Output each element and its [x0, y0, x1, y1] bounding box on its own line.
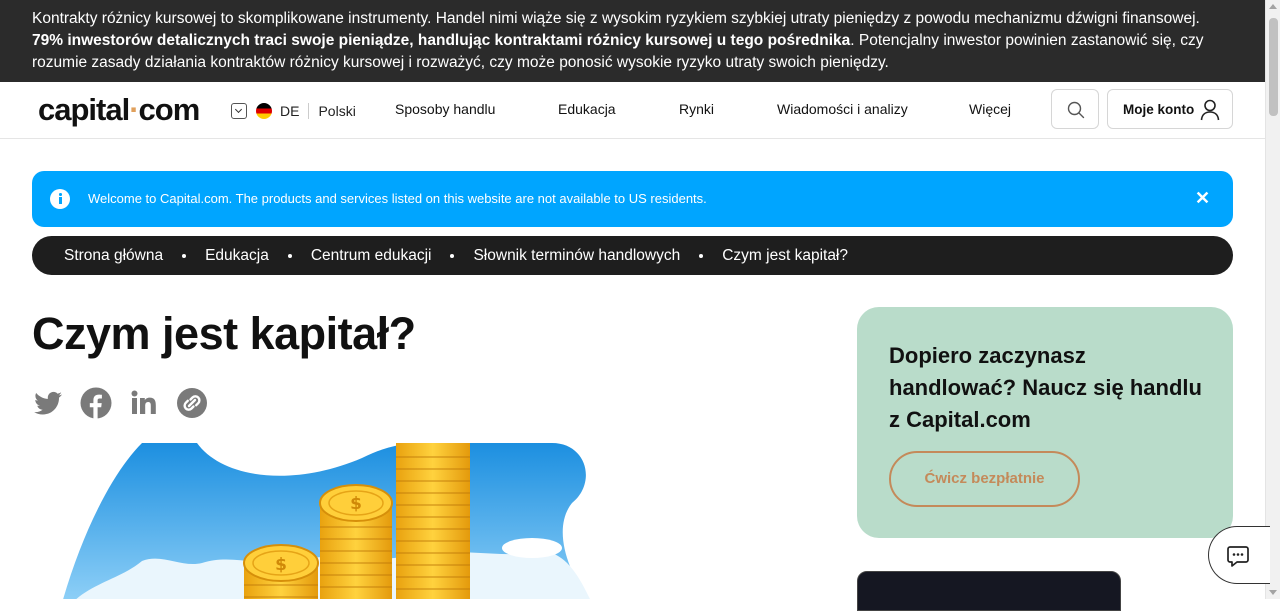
- video-card[interactable]: [857, 571, 1121, 611]
- linkedin-share-button[interactable]: [128, 387, 160, 419]
- linkedin-icon: [131, 390, 156, 414]
- breadcrumb-education[interactable]: Edukacja: [205, 247, 269, 265]
- nav-education[interactable]: Edukacja: [558, 101, 616, 117]
- breadcrumb-current: Czym jest kapitał?: [722, 246, 848, 264]
- risk-text-1: Kontrakty różnicy kursowej to skomplikow…: [32, 10, 1200, 27]
- breadcrumb-separator: [287, 253, 292, 258]
- region-code[interactable]: DE: [280, 103, 299, 119]
- breadcrumb-separator: [182, 253, 187, 258]
- breadcrumb-home[interactable]: Strona główna: [64, 247, 163, 265]
- notice-message: Welcome to Capital.com. The products and…: [88, 191, 707, 206]
- risk-warning-banner: Kontrakty różnicy kursowej to skomplikow…: [0, 0, 1265, 82]
- language-name[interactable]: Polski: [318, 103, 355, 119]
- nav-trading-ways[interactable]: Sposoby handlu: [395, 101, 495, 117]
- copy-link-button[interactable]: [176, 387, 208, 419]
- search-icon: [1067, 101, 1085, 119]
- my-account-button[interactable]: Moje konto: [1107, 89, 1233, 129]
- promo-title: Dopiero zaczynasz handlować? Naucz się h…: [889, 343, 1202, 432]
- svg-text:$: $: [350, 494, 362, 514]
- logo-text-right: com: [138, 92, 201, 127]
- site-header: capital·com DE Polski Sposoby handlu Edu…: [0, 82, 1265, 139]
- page-title: Czym jest kapitał?: [32, 308, 416, 359]
- scroll-down-arrow[interactable]: [1269, 590, 1277, 595]
- user-icon: [1200, 99, 1220, 121]
- lang-divider: [308, 103, 310, 119]
- search-button[interactable]: [1051, 89, 1099, 129]
- practice-free-button[interactable]: Ćwicz bezpłatnie: [889, 451, 1080, 507]
- scroll-up-arrow[interactable]: [1269, 4, 1277, 9]
- chat-widget-button[interactable]: [1208, 526, 1270, 584]
- germany-flag-icon: [256, 103, 272, 119]
- svg-text:$: $: [275, 555, 287, 575]
- nav-news-analysis[interactable]: Wiadomości i analizy: [777, 101, 908, 117]
- close-icon[interactable]: ✕: [1195, 188, 1210, 208]
- breadcrumb-separator: [699, 253, 704, 258]
- twitter-share-button[interactable]: [32, 387, 64, 419]
- twitter-icon: [34, 391, 62, 415]
- breadcrumb: Strona główna Edukacja Centrum edukacji …: [32, 236, 1233, 275]
- promo-card: Dopiero zaczynasz handlować? Naucz się h…: [857, 307, 1233, 538]
- logo-text-left: capital: [38, 92, 130, 127]
- breadcrumb-separator: [450, 253, 455, 258]
- capital-logo[interactable]: capital·com: [38, 92, 201, 128]
- risk-text-bold: 79% inwestorów detalicznych traci swoje …: [32, 32, 851, 49]
- page-scrollbar[interactable]: [1265, 0, 1280, 599]
- breadcrumb-glossary[interactable]: Słownik terminów handlowych: [473, 247, 680, 265]
- facebook-share-button[interactable]: [80, 387, 112, 419]
- article-hero-image: $ $: [32, 443, 632, 599]
- logo-dot: ·: [129, 92, 139, 127]
- nav-markets[interactable]: Rynki: [679, 101, 714, 117]
- nav-more[interactable]: Więcej: [969, 101, 1011, 117]
- scroll-thumb[interactable]: [1269, 18, 1278, 116]
- chevron-down-icon[interactable]: [231, 103, 247, 119]
- chat-icon: [1227, 546, 1249, 567]
- copy-link-icon: [177, 388, 207, 418]
- my-account-label: Moje konto: [1123, 102, 1195, 117]
- language-selector[interactable]: DE Polski: [231, 101, 356, 121]
- us-residents-notice: Welcome to Capital.com. The products and…: [32, 171, 1233, 227]
- facebook-icon: [80, 387, 112, 419]
- coins-illustration: $ $: [63, 443, 591, 599]
- info-icon: [50, 189, 70, 209]
- breadcrumb-education-center[interactable]: Centrum edukacji: [311, 247, 432, 265]
